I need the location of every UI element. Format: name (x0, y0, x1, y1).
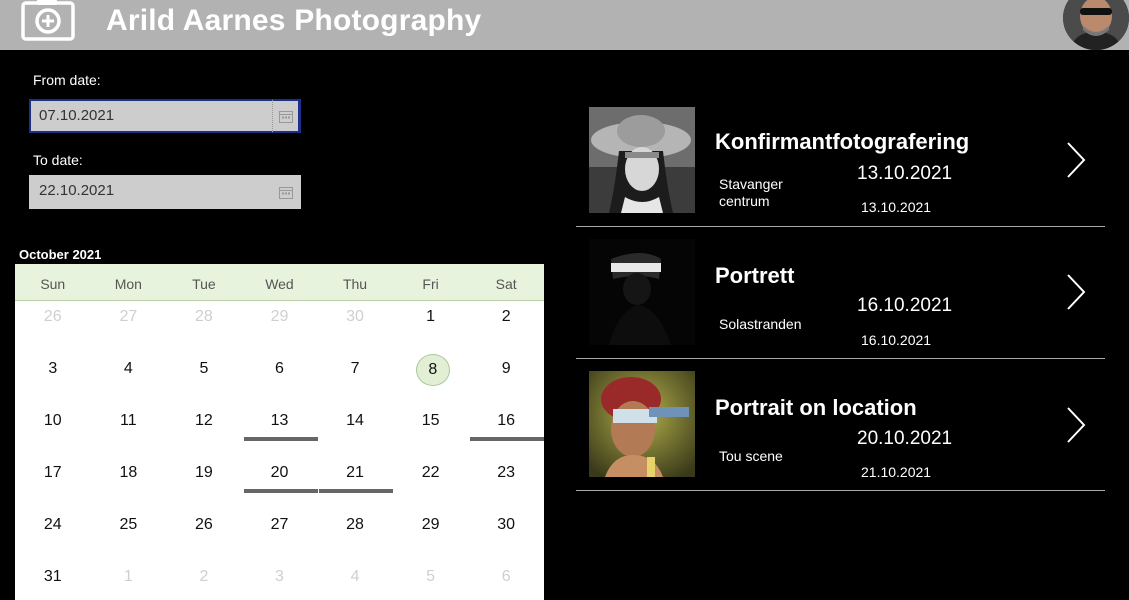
calendar-day-today[interactable]: 8 (393, 354, 469, 406)
event-end-date: 16.10.2021 (861, 332, 932, 348)
calendar-day[interactable]: 27 (91, 302, 167, 354)
chevron-right-icon[interactable] (1064, 272, 1088, 312)
event-location: Tou scene (719, 448, 783, 464)
calendar-day[interactable]: 23 (468, 458, 544, 510)
calendar-day[interactable]: 15 (393, 406, 469, 458)
calendar-day[interactable]: 14 (317, 406, 393, 458)
from-date-input[interactable]: 07.10.2021 (29, 99, 301, 133)
calendar-day[interactable]: 7 (317, 354, 393, 406)
calendar-day[interactable]: 10 (15, 406, 91, 458)
calendar-day[interactable]: 1 (91, 562, 167, 600)
chevron-right-icon[interactable] (1064, 405, 1088, 445)
calendar-day-with-event[interactable]: 16 (468, 406, 545, 458)
calendar-week: 26 27 28 29 30 1 2 (15, 302, 544, 354)
calendar-week: 31 1 2 3 4 5 6 (15, 562, 544, 600)
calendar-week: 24 25 26 27 28 29 30 (15, 510, 544, 562)
calendar-day[interactable]: 9 (468, 354, 544, 406)
calendar-day[interactable]: 3 (15, 354, 91, 406)
event-thumbnail (589, 239, 695, 345)
calendar-week: 17 18 19 20 21 22 23 (15, 458, 544, 510)
to-date-label: To date: (33, 152, 83, 168)
calendar-day-with-event[interactable]: 21 (317, 458, 394, 510)
calendar-icon (278, 110, 293, 123)
event-start-date: 16.10.2021 (857, 295, 953, 316)
calendar-day[interactable]: 3 (242, 562, 318, 600)
calendar-month-label: October 2021 (19, 247, 102, 262)
calendar-day[interactable]: 26 (166, 510, 242, 562)
weekday-label: Mon (114, 276, 142, 292)
event-thumbnail (589, 107, 695, 213)
calendar-day[interactable]: 4 (91, 354, 167, 406)
calendar-day[interactable]: 29 (393, 510, 469, 562)
camera-icon (21, 0, 75, 41)
event-location: Stavanger centrum (719, 176, 783, 209)
event-thumbnail (589, 371, 695, 477)
calendar-week: 3 4 5 6 7 8 9 (15, 354, 544, 406)
event-title: Konfirmantfotografering (715, 129, 970, 154)
calendar-day[interactable]: 31 (15, 562, 91, 600)
event-start-date: 20.10.2021 (857, 428, 953, 449)
calendar-day[interactable]: 18 (91, 458, 167, 510)
calendar-day[interactable]: 6 (468, 562, 544, 600)
weekday-label: Sun (40, 276, 66, 292)
calendar-day[interactable]: 29 (242, 302, 318, 354)
calendar-day-with-event[interactable]: 20 (242, 458, 318, 510)
calendar-day[interactable]: 4 (317, 562, 393, 600)
event-end-date: 13.10.2021 (861, 199, 932, 215)
event-title: Portrett (715, 263, 795, 288)
calendar-day[interactable]: 19 (166, 458, 242, 510)
calendar-day[interactable]: 12 (166, 406, 242, 458)
weekday-label: Sat (495, 276, 517, 292)
calendar-day[interactable]: 24 (15, 510, 91, 562)
calendar-day[interactable]: 30 (317, 302, 393, 354)
chevron-right-icon[interactable] (1064, 140, 1088, 180)
from-date-picker-button[interactable] (272, 99, 300, 133)
app-title: Arild Aarnes Photography (106, 4, 482, 37)
calendar-day[interactable]: 2 (468, 302, 544, 354)
calendar-icon (279, 186, 293, 199)
weekday-label: Fri (422, 276, 439, 292)
event-marker (319, 489, 394, 493)
calendar-day[interactable]: 28 (317, 510, 393, 562)
weekday-label: Wed (265, 276, 294, 292)
calendar-day[interactable]: 28 (166, 302, 242, 354)
weekday-label: Tue (192, 276, 216, 292)
event-item[interactable]: Portrait on location Tou scene 20.10.202… (576, 371, 1105, 491)
calendar-day[interactable]: 17 (15, 458, 91, 510)
calendar-day[interactable]: 27 (242, 510, 318, 562)
app-header: Arild Aarnes Photography (0, 0, 1129, 50)
calendar-day-with-event[interactable]: 13 (242, 406, 318, 458)
calendar-day[interactable]: 26 (15, 302, 91, 354)
calendar-day[interactable]: 2 (166, 562, 242, 600)
calendar-week: 10 11 12 13 14 15 16 (15, 406, 545, 458)
calendar-day[interactable]: 30 (468, 510, 544, 562)
to-date-input[interactable]: 22.10.2021 (29, 175, 301, 209)
month-calendar: Sun Mon Tue Wed Thu Fri Sat 26 27 28 29 … (15, 264, 545, 600)
event-marker (243, 437, 318, 441)
calendar-day[interactable]: 5 (166, 354, 242, 406)
calendar-day[interactable]: 1 (393, 302, 469, 354)
event-marker (243, 489, 318, 493)
event-location: Solastranden (719, 316, 802, 332)
calendar-day[interactable]: 6 (242, 354, 318, 406)
event-item[interactable]: Konfirmantfotografering Stavanger centru… (576, 107, 1105, 227)
event-start-date: 13.10.2021 (857, 163, 953, 184)
calendar-day[interactable]: 11 (91, 406, 167, 458)
calendar-day[interactable]: 22 (393, 458, 469, 510)
event-marker (470, 437, 545, 441)
weekday-label: Thu (342, 276, 368, 292)
event-end-date: 21.10.2021 (861, 464, 932, 480)
user-avatar[interactable] (1063, 0, 1129, 50)
weekday-header: Sun Mon Tue Wed Thu Fri Sat (15, 264, 544, 301)
event-title: Portrait on location (715, 395, 917, 420)
event-item[interactable]: Portrett Solastranden 16.10.2021 16.10.2… (576, 239, 1105, 359)
calendar-day[interactable]: 5 (393, 562, 469, 600)
to-date-picker-button[interactable] (272, 175, 300, 209)
calendar-day[interactable]: 25 (91, 510, 167, 562)
from-date-label: From date: (33, 72, 101, 88)
